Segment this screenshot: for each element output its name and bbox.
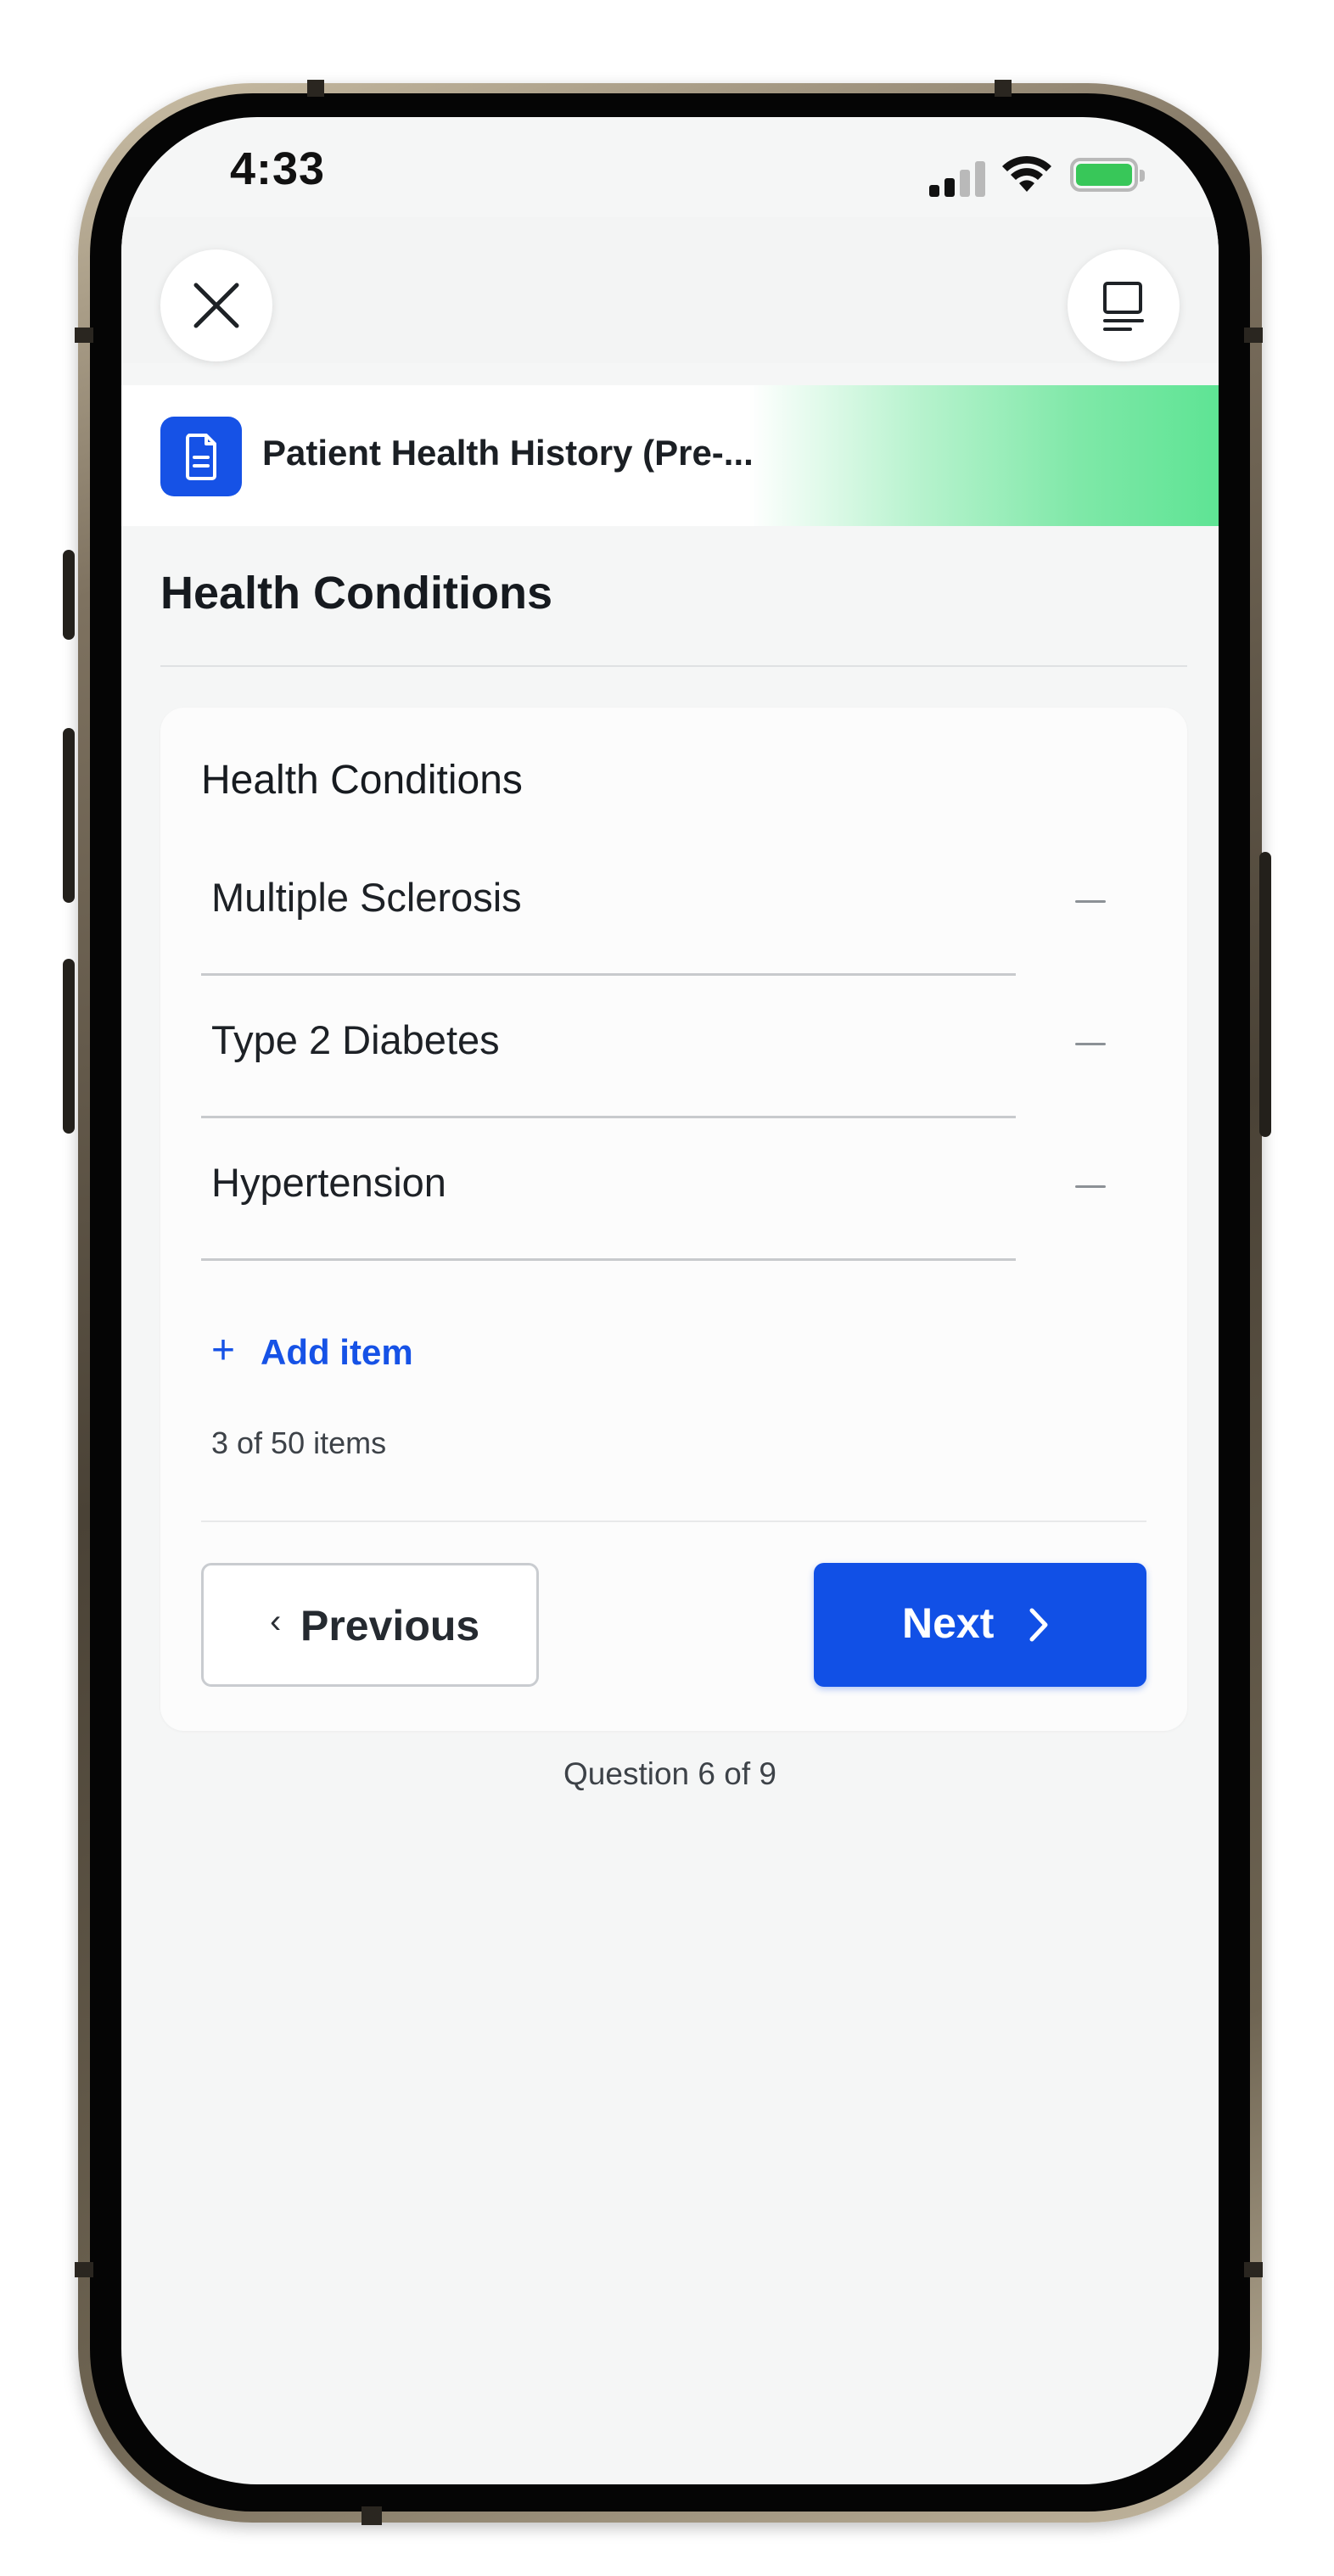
remove-item-button[interactable]	[1048, 1010, 1133, 1078]
power-button	[1259, 852, 1271, 1137]
close-button[interactable]	[160, 249, 272, 361]
list-item[interactable]: Multiple Sclerosis	[201, 833, 1106, 976]
remove-item-button[interactable]	[1048, 1152, 1133, 1220]
card-divider	[201, 1520, 1146, 1522]
item-count: 3 of 50 items	[211, 1425, 387, 1460]
top-header	[121, 217, 1219, 363]
close-icon	[193, 283, 239, 328]
remove-item-button[interactable]	[1048, 867, 1133, 935]
list-item[interactable]: Hypertension	[201, 1118, 1106, 1261]
document-icon	[160, 417, 242, 496]
next-label: Next	[902, 1599, 995, 1647]
question-card: Health Conditions Multiple Sclerosis Typ…	[160, 708, 1187, 1731]
previous-label: Previous	[300, 1602, 480, 1649]
menu-button[interactable]	[1068, 249, 1180, 361]
question-progress: Question 6 of 9	[563, 1756, 776, 1791]
section-title: Health Conditions	[160, 568, 552, 619]
antenna-band	[1244, 2262, 1263, 2277]
minus-icon	[1075, 1185, 1106, 1188]
form-title-bar: Patient Health History (Pre-...	[121, 385, 1219, 526]
list-item-text[interactable]: Multiple Sclerosis	[211, 874, 522, 921]
antenna-band	[307, 80, 324, 97]
cellular-signal-icon	[929, 160, 987, 197]
list-item-text[interactable]: Type 2 Diabetes	[211, 1016, 500, 1063]
minus-icon	[1075, 900, 1106, 903]
mute-switch	[63, 550, 75, 640]
form-title: Patient Health History (Pre-...	[262, 433, 754, 473]
antenna-band	[1244, 328, 1263, 343]
list-item[interactable]: Type 2 Diabetes	[201, 976, 1106, 1118]
screen: 4:33 Patient Health History (Pre-... Hea…	[121, 117, 1219, 2484]
list-item-text[interactable]: Hypertension	[211, 1159, 446, 1206]
volume-up-button	[63, 728, 75, 903]
chevron-left-icon: ‹	[270, 1603, 282, 1640]
next-button[interactable]: Next	[814, 1563, 1146, 1687]
antenna-band	[75, 328, 93, 343]
volume-down-button	[63, 959, 75, 1134]
title-bar-accent	[749, 385, 1219, 526]
previous-button[interactable]: ‹ Previous	[201, 1563, 539, 1687]
plus-icon: +	[211, 1328, 236, 1373]
chevron-right-icon	[1029, 1608, 1048, 1642]
add-item-label: Add item	[261, 1332, 413, 1372]
question-label: Health Conditions	[201, 758, 523, 803]
section-divider	[160, 665, 1187, 667]
list-item-underline	[201, 1258, 1016, 1261]
minus-icon	[1075, 1043, 1106, 1045]
status-time: 4:33	[230, 143, 326, 194]
wifi-icon	[1002, 155, 1051, 192]
battery-icon	[1070, 158, 1145, 192]
list-icon	[1103, 282, 1144, 331]
antenna-band	[75, 2262, 93, 2277]
antenna-band	[362, 2506, 382, 2525]
antenna-band	[995, 80, 1012, 97]
